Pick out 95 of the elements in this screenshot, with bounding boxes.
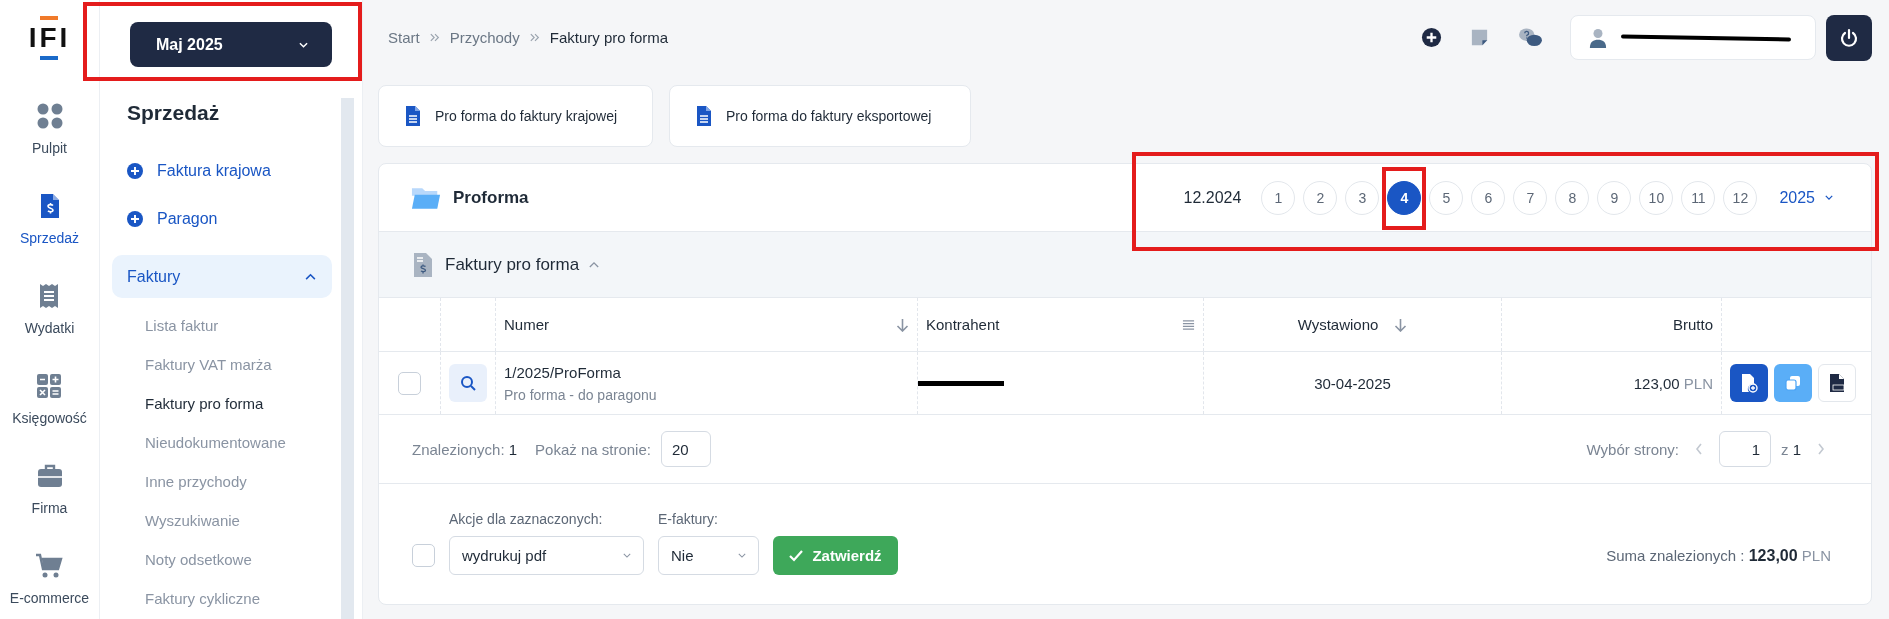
grid-dots-icon	[35, 102, 64, 130]
shopping-cart-icon	[35, 552, 64, 580]
rail-nav-item[interactable]: E-commerce	[9, 552, 90, 606]
chevron-down-icon	[738, 553, 746, 558]
panel-title: Proforma	[453, 187, 529, 208]
month-button[interactable]: 5	[1429, 180, 1464, 215]
field-label: Wybór strony:	[1586, 440, 1679, 458]
rail-nav-item[interactable]: Wydatki	[24, 282, 75, 336]
chevron-down-icon	[1825, 195, 1833, 200]
action-dropdown[interactable]: wydrukuj pdf	[449, 536, 644, 575]
add-icon[interactable]	[1421, 27, 1442, 48]
quick-add-link[interactable]: Faktura krajowa	[127, 147, 362, 195]
breadcrumb-link[interactable]: Start	[388, 29, 420, 46]
invoice-number[interactable]: 1/2025/ProForma	[504, 363, 621, 381]
table-cell: 30-04-2025	[1314, 374, 1391, 392]
create-proforma-button[interactable]: Pro forma do faktury eksportowej	[669, 85, 971, 147]
invoice-description: Pro forma - do paragonu	[504, 386, 657, 403]
plus-circle-icon	[127, 211, 143, 227]
amount-cell: 123,00 PLN	[1633, 374, 1713, 392]
pdf-button[interactable]	[1818, 364, 1856, 402]
month-button[interactable]: 9	[1597, 180, 1632, 215]
preview-button[interactable]	[449, 364, 487, 402]
calculator-icon	[35, 372, 64, 400]
copy-button[interactable]	[1774, 364, 1812, 402]
power-icon	[1839, 27, 1859, 48]
field-label: Akcje dla zaznaczonych:	[449, 511, 604, 527]
field-label: Pokaż na stronie:	[535, 440, 651, 458]
section-title: Sprzedaż	[127, 101, 221, 125]
month-button[interactable]: 3	[1345, 180, 1380, 215]
chevron-down-icon	[623, 553, 631, 558]
check-icon	[789, 549, 804, 562]
rail-nav-item[interactable]: Sprzedaż	[19, 192, 80, 246]
chevron-icon[interactable]	[589, 261, 600, 268]
breadcrumb-current: Faktury pro forma	[549, 29, 669, 46]
add-document-button[interactable]	[1730, 364, 1768, 402]
sort-arrow-icon[interactable]	[1394, 317, 1408, 332]
plus-circle-icon	[127, 163, 143, 179]
results-count: Znalezionych: 1	[412, 440, 518, 458]
field-label: E-faktury:	[658, 511, 719, 527]
month-button[interactable]: 1	[1261, 180, 1296, 215]
previous-period-label[interactable]: 12.2024	[1183, 188, 1242, 207]
page-total: z 1	[1781, 440, 1801, 458]
menu-group[interactable]: Faktury	[112, 255, 332, 298]
quick-add-link[interactable]: Paragon	[127, 195, 362, 243]
dollar-document-icon	[413, 251, 433, 278]
column-menu-icon[interactable]	[1182, 317, 1195, 332]
document-icon	[405, 105, 421, 127]
briefcase-icon	[35, 462, 64, 490]
month-button[interactable]: 4	[1387, 180, 1422, 215]
pdf-file-icon	[1828, 373, 1846, 393]
breadcrumb-link[interactable]: Przychody	[449, 29, 520, 46]
folder-icon	[411, 185, 441, 210]
document-plus-icon	[1740, 373, 1758, 393]
month-selector[interactable]: Maj 2025	[130, 22, 332, 67]
search-icon	[460, 375, 476, 391]
chevron-down-icon	[299, 41, 308, 48]
create-proforma-button[interactable]: Pro forma do faktury krajowej	[378, 85, 653, 147]
rail-nav-item[interactable]: Firma	[31, 462, 68, 516]
logo: IFI	[28, 16, 71, 60]
logout-button[interactable]	[1826, 14, 1872, 61]
rail-nav-item[interactable]: Pulpit	[32, 102, 67, 156]
row-checkbox[interactable]	[398, 371, 421, 395]
section-title: Faktury pro forma	[445, 254, 580, 275]
year-dropdown[interactable]: 2025	[1779, 188, 1833, 207]
column-header[interactable]: Brutto	[1672, 316, 1713, 333]
double-chevron-icon	[429, 33, 440, 42]
total-sum: Suma znalezionych : 123,00 PLN	[1606, 547, 1831, 565]
double-chevron-icon	[529, 33, 540, 42]
month-button[interactable]: 10	[1639, 180, 1674, 215]
per-page-field[interactable]: 20	[660, 431, 711, 467]
user-icon	[1589, 27, 1607, 48]
month-button[interactable]: 2	[1303, 180, 1338, 215]
chat-help-icon[interactable]	[1517, 27, 1544, 48]
column-header[interactable]: Numer	[504, 316, 549, 333]
e-invoice-dropdown[interactable]: Nie	[658, 536, 759, 575]
page-number-field[interactable]: 1	[1719, 431, 1771, 467]
column-header[interactable]: Wystawiono	[1297, 316, 1379, 333]
select-all-checkbox[interactable]	[412, 544, 435, 567]
next-page-icon[interactable]	[1817, 443, 1825, 455]
document-icon	[696, 105, 712, 127]
scrollbar[interactable]	[341, 98, 354, 619]
month-button[interactable]: 6	[1471, 180, 1506, 215]
user-menu-button[interactable]	[1570, 15, 1816, 60]
month-button[interactable]: 11	[1681, 180, 1716, 215]
month-button[interactable]: 12	[1723, 180, 1758, 215]
month-button[interactable]: 8	[1555, 180, 1590, 215]
note-icon[interactable]	[1469, 27, 1490, 48]
copy-icon	[1784, 373, 1802, 393]
sort-arrow-icon[interactable]	[896, 317, 909, 332]
chevron-icon	[305, 273, 316, 280]
rail-nav-item[interactable]: Księgowość	[12, 372, 87, 426]
column-header[interactable]: Kontrahent	[926, 316, 1000, 333]
month-button[interactable]: 7	[1513, 180, 1548, 215]
submenu-item[interactable]: Faktury pro forma	[145, 384, 362, 423]
previous-page-icon[interactable]	[1695, 443, 1703, 455]
